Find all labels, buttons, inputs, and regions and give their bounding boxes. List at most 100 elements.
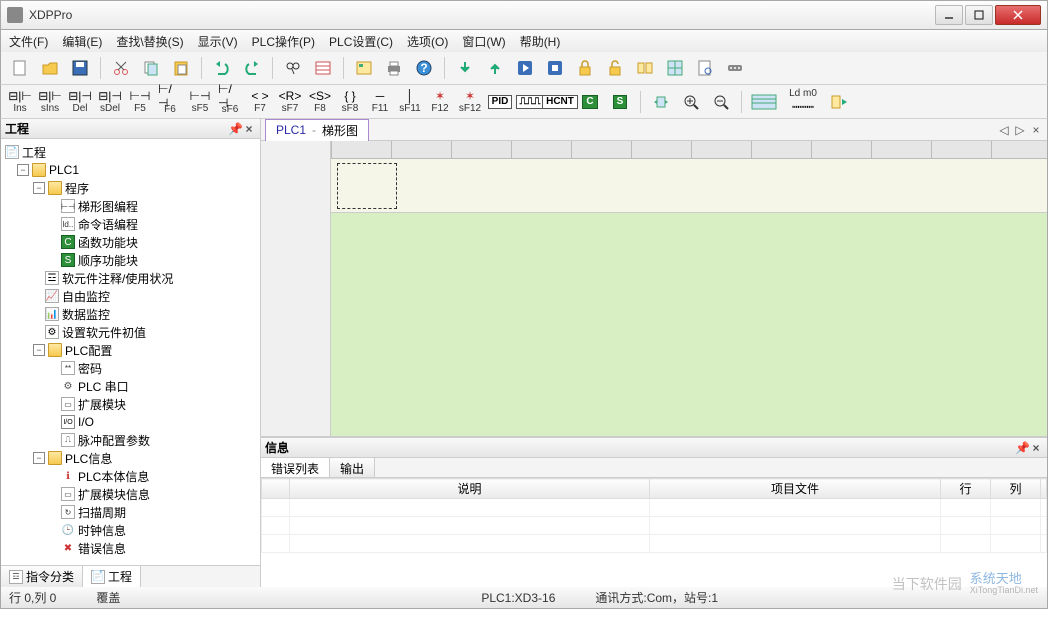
hcnt-button[interactable]: HCNT xyxy=(547,89,573,115)
preview-button[interactable] xyxy=(692,55,718,81)
tree-scancycle[interactable]: ↻扫描周期 xyxy=(3,503,258,521)
c-block-button[interactable]: C xyxy=(577,89,603,115)
print-button[interactable] xyxy=(381,55,407,81)
f8-button[interactable]: <S>F8 xyxy=(307,89,333,115)
table-row[interactable] xyxy=(262,499,1047,517)
sins-button[interactable]: ⊟|⊢sIns xyxy=(37,89,63,115)
pid-button[interactable]: PID xyxy=(487,89,513,115)
tree-datawatch[interactable]: 📊数据监控 xyxy=(3,305,258,323)
find-button[interactable] xyxy=(280,55,306,81)
close-button[interactable] xyxy=(995,5,1041,25)
new-button[interactable] xyxy=(7,55,33,81)
tree-program[interactable]: −程序 xyxy=(3,179,258,197)
redo-button[interactable] xyxy=(239,55,265,81)
tree-root[interactable]: 📄工程 xyxy=(3,143,258,161)
copy-button[interactable] xyxy=(138,55,164,81)
menu-plc-settings[interactable]: PLC设置(C) xyxy=(329,33,393,50)
cut-button[interactable] xyxy=(108,55,134,81)
tree-io[interactable]: I/OI/O xyxy=(3,413,258,431)
sf6-button[interactable]: ⊢/⊣sF6 xyxy=(217,89,243,115)
error-grid[interactable]: 说明 项目文件 行 列 xyxy=(261,478,1047,587)
unlock-button[interactable] xyxy=(602,55,628,81)
tree-comment[interactable]: ☲软元件注释/使用状况 xyxy=(3,269,258,287)
tab-next-button[interactable]: ▷ xyxy=(1013,123,1027,137)
menu-window[interactable]: 窗口(W) xyxy=(462,33,505,50)
close-pane-button[interactable]: × xyxy=(1029,441,1043,455)
open-button[interactable] xyxy=(37,55,63,81)
f7-button[interactable]: < >F7 xyxy=(247,89,273,115)
compare-button[interactable] xyxy=(632,55,658,81)
editor-selection[interactable] xyxy=(337,163,397,209)
tree-extinfo[interactable]: ▭扩展模块信息 xyxy=(3,485,258,503)
menu-find-replace[interactable]: 查找\替换(S) xyxy=(116,33,183,50)
pin-icon[interactable]: 📌 xyxy=(228,122,242,136)
pulse-button[interactable]: ⎍⎍⎍ xyxy=(517,89,543,115)
tree-seqblock[interactable]: S顺序功能块 xyxy=(3,251,258,269)
sdel-button[interactable]: ⊟|⊣sDel xyxy=(97,89,123,115)
tree-clockinfo[interactable]: 🕒时钟信息 xyxy=(3,521,258,539)
tree-plcbody[interactable]: ℹPLC本体信息 xyxy=(3,467,258,485)
collapse-icon[interactable]: − xyxy=(33,452,45,464)
minimize-button[interactable] xyxy=(935,5,963,25)
table-row[interactable] xyxy=(262,517,1047,535)
col-file[interactable]: 项目文件 xyxy=(650,479,941,499)
tree-plcserial[interactable]: ⚙PLC 串口 xyxy=(3,377,258,395)
upload-button[interactable] xyxy=(482,55,508,81)
menu-edit[interactable]: 编辑(E) xyxy=(62,33,102,50)
menu-file[interactable]: 文件(F) xyxy=(9,33,48,50)
tree-plcinfo[interactable]: −PLC信息 xyxy=(3,449,258,467)
zoom-in-button[interactable] xyxy=(678,89,704,115)
save-button[interactable] xyxy=(67,55,93,81)
tree-extmodule[interactable]: ▭扩展模块 xyxy=(3,395,258,413)
col-row[interactable]: 行 xyxy=(941,479,991,499)
collapse-icon[interactable]: − xyxy=(17,164,29,176)
f11-button[interactable]: ─F11 xyxy=(367,89,393,115)
tree-password[interactable]: **密码 xyxy=(3,359,258,377)
tab-error-list[interactable]: 错误列表 xyxy=(261,458,330,477)
menu-view[interactable]: 显示(V) xyxy=(198,33,238,50)
tree-plc1[interactable]: −PLC1 xyxy=(3,161,258,179)
tab-project[interactable]: 📄工程 xyxy=(83,566,141,587)
paste-button[interactable] xyxy=(168,55,194,81)
col-col[interactable]: 列 xyxy=(991,479,1041,499)
fit-width-button[interactable] xyxy=(648,89,674,115)
f5-button[interactable]: ⊢⊣F5 xyxy=(127,89,153,115)
ins-button[interactable]: ⊟|⊢Ins xyxy=(7,89,33,115)
tree-pulseparam[interactable]: ⎍脉冲配置参数 xyxy=(3,431,258,449)
del-button[interactable]: ⊟|⊣Del xyxy=(67,89,93,115)
block-button[interactable] xyxy=(351,55,377,81)
s-block-button[interactable]: S xyxy=(607,89,633,115)
sf8-button[interactable]: { }sF8 xyxy=(337,89,363,115)
form-button[interactable] xyxy=(310,55,336,81)
tree-setinit[interactable]: ⚙设置软元件初值 xyxy=(3,323,258,341)
ladder-editor[interactable] xyxy=(261,141,1047,437)
doc-tab-plc1[interactable]: PLC1 - 梯形图 xyxy=(265,119,369,141)
col-extra[interactable] xyxy=(1041,479,1047,499)
tab-output[interactable]: 输出 xyxy=(330,458,375,477)
sf12-button[interactable]: ✶sF12 xyxy=(457,89,483,115)
grid-button[interactable] xyxy=(662,55,688,81)
menu-plc-operate[interactable]: PLC操作(P) xyxy=(252,33,315,50)
tree-freewatch[interactable]: 📈自由监控 xyxy=(3,287,258,305)
menu-help[interactable]: 帮助(H) xyxy=(520,33,561,50)
sf5-button[interactable]: ⊢⊣sF5 xyxy=(187,89,213,115)
close-pane-button[interactable]: × xyxy=(242,122,256,136)
zoom-out-button[interactable] xyxy=(708,89,734,115)
maximize-button[interactable] xyxy=(965,5,993,25)
col-desc[interactable]: 说明 xyxy=(290,479,650,499)
tab-instruction-class[interactable]: ☲指令分类 xyxy=(1,566,83,587)
tree-ladder[interactable]: ⊢⊣梯形图编程 xyxy=(3,197,258,215)
ldm0-button[interactable]: Ld m0┉┉┉ xyxy=(783,89,823,115)
collapse-icon[interactable]: − xyxy=(33,344,45,356)
sf11-button[interactable]: │sF11 xyxy=(397,89,423,115)
tab-close-button[interactable]: × xyxy=(1029,123,1043,137)
stop-button[interactable] xyxy=(542,55,568,81)
convert-button[interactable] xyxy=(827,89,853,115)
menu-options[interactable]: 选项(O) xyxy=(407,33,448,50)
download-button[interactable] xyxy=(452,55,478,81)
f12-button[interactable]: ✶F12 xyxy=(427,89,453,115)
project-tree[interactable]: 📄工程 −PLC1 −程序 ⊢⊣梯形图编程 ld..命令语编程 C函数功能块 S… xyxy=(1,139,260,565)
help-button[interactable]: ? xyxy=(411,55,437,81)
tree-errorinfo[interactable]: ✖错误信息 xyxy=(3,539,258,557)
table-row[interactable] xyxy=(262,535,1047,553)
